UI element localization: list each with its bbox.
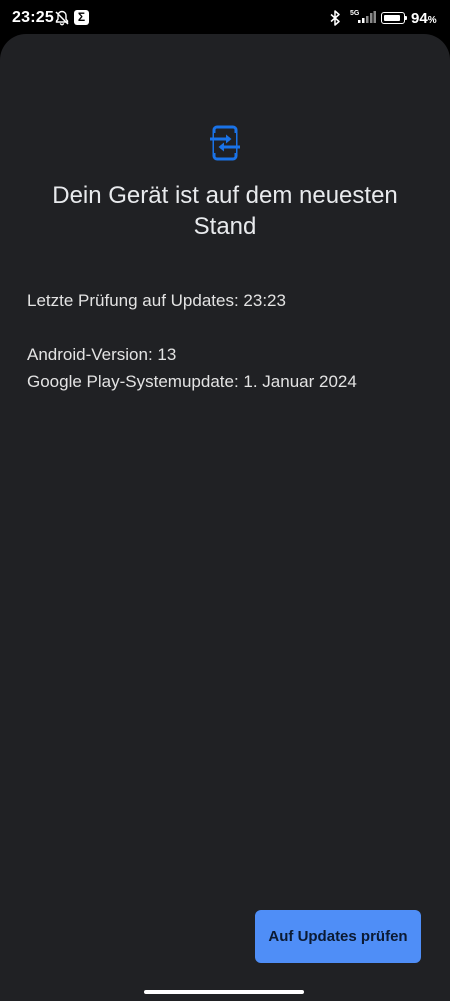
home-indicator[interactable] (144, 990, 304, 994)
android-version-text: Android-Version: 13 (27, 345, 177, 364)
signal-icon (358, 11, 376, 23)
battery-icon (381, 12, 405, 24)
last-check-text: Letzte Prüfung auf Updates: 23:23 (27, 291, 286, 310)
page-title: Dein Gerät ist auf dem neuesten Stand (52, 182, 398, 240)
battery-level (383, 14, 401, 21)
play-system-update-text: Google Play-Systemupdate: 1. Januar 2024 (27, 372, 357, 391)
check-updates-button[interactable]: Auf Updates prüfen (255, 910, 421, 963)
bell-off-icon (55, 10, 69, 26)
battery-percent: 94% (411, 10, 437, 27)
status-bar: 23:25 Σ 5G 94% (0, 0, 450, 36)
status-time: 23:25 (12, 9, 54, 26)
sigma-app-icon: Σ (74, 10, 89, 25)
system-update-icon (210, 125, 240, 161)
battery-tip (405, 16, 407, 20)
bluetooth-icon (330, 10, 340, 26)
